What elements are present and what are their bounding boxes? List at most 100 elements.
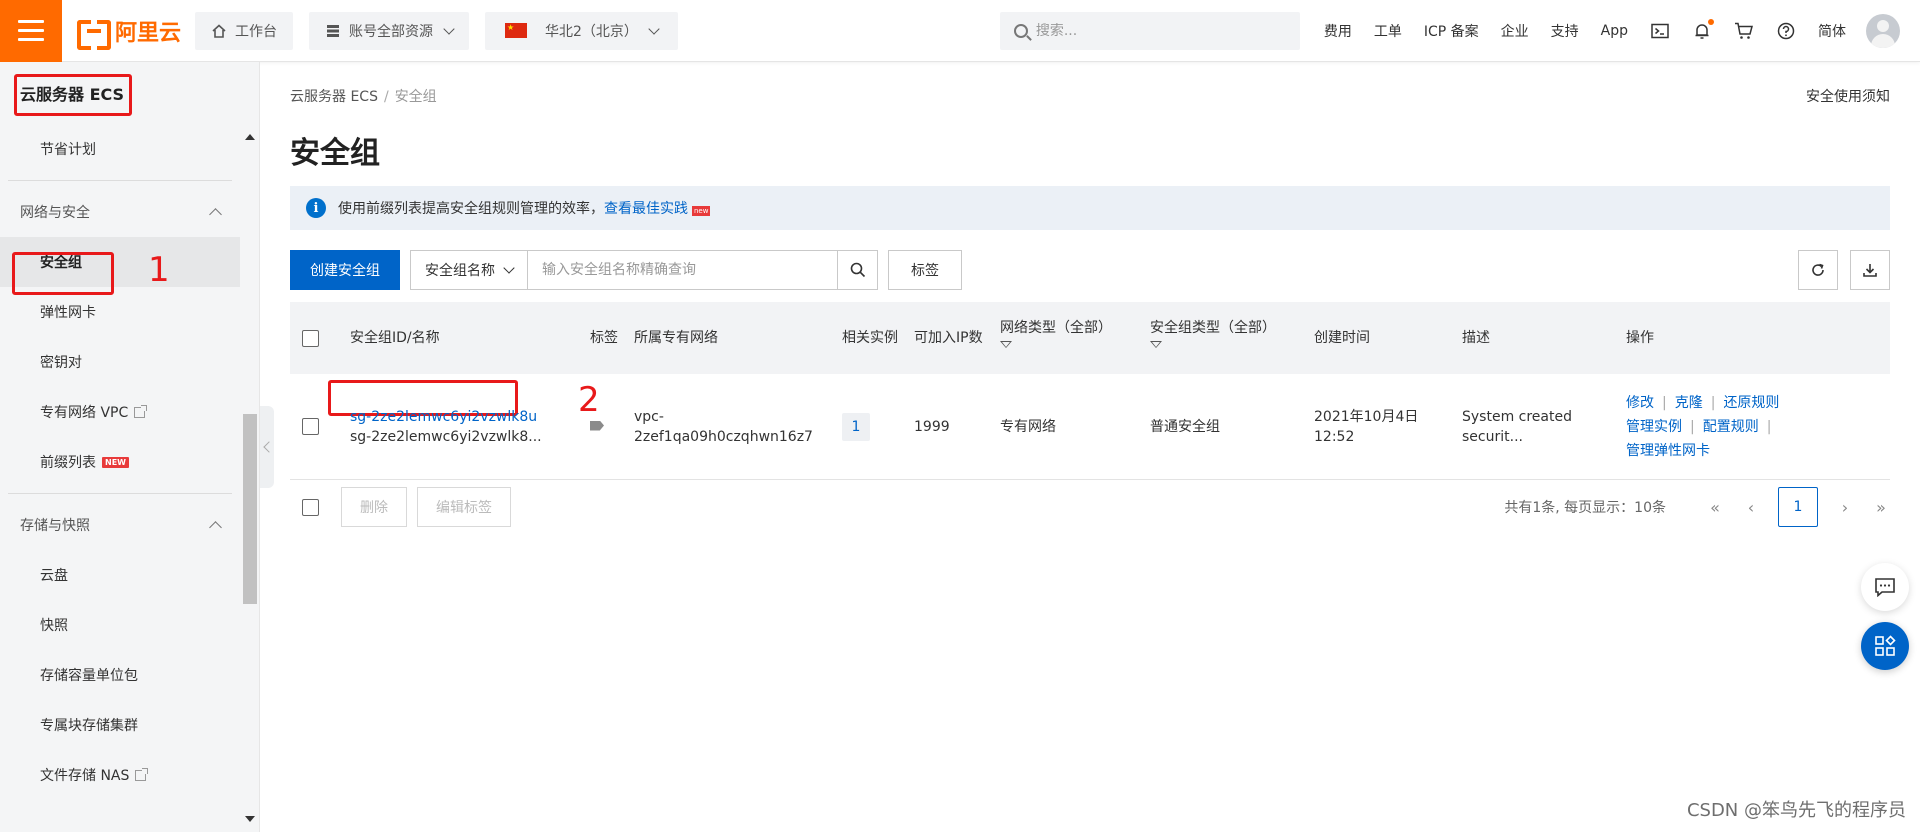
global-search[interactable] <box>999 11 1300 50</box>
header-instances: 相关实例 <box>842 330 898 346</box>
security-group-search-input[interactable] <box>528 251 837 289</box>
download-icon[interactable] <box>1850 250 1890 290</box>
chevron-down-icon <box>503 262 515 274</box>
instance-count[interactable]: 1 <box>842 412 870 441</box>
current-page[interactable]: 1 <box>1778 487 1818 527</box>
header-sg-type[interactable]: 安全组类型（全部） <box>1142 318 1306 358</box>
security-group-search <box>528 250 878 290</box>
security-notice-link[interactable]: 安全使用须知 <box>1806 86 1890 106</box>
breadcrumb-separator: / <box>383 89 389 105</box>
tag-icon[interactable] <box>590 420 604 431</box>
top-link-enterprise[interactable]: 企业 <box>1501 21 1529 41</box>
top-link-app[interactable]: App <box>1601 23 1628 39</box>
bell-icon[interactable] <box>1692 18 1714 41</box>
chevron-up-icon <box>209 207 222 221</box>
row-checkbox[interactable] <box>302 418 319 435</box>
sidebar-item-nas[interactable]: 文件存储 NAS <box>0 750 240 800</box>
breadcrumb-current: 安全组 <box>394 89 437 105</box>
sidebar-item-dedicated-block-storage[interactable]: 专属块存储集群 <box>0 700 240 750</box>
delete-button[interactable]: 删除 <box>341 487 407 527</box>
security-group-id-link[interactable]: sg-2ze2lemwc6yi2vzwlk8u <box>350 407 574 427</box>
workbench-label: 工作台 <box>235 23 278 40</box>
resources-label: 账号全部资源 <box>349 23 434 40</box>
language-switch[interactable]: 简体 <box>1818 21 1846 41</box>
op-config-rules-link[interactable]: 配置规则 <box>1703 419 1759 435</box>
search-button[interactable] <box>837 251 877 289</box>
prev-page-icon[interactable]: ‹ <box>1742 498 1760 517</box>
top-link-icp[interactable]: ICP 备案 <box>1424 21 1479 41</box>
info-banner: i 使用前缀列表提高安全组规则管理的效率，查看最佳实践 new <box>290 186 1890 230</box>
op-clone-link[interactable]: 克隆 <box>1675 395 1703 411</box>
aliyun-logo[interactable]: 阿里云 <box>77 15 182 50</box>
security-group-name: sg-2ze2lemwc6yi2vzwlk8... <box>350 428 542 445</box>
header-net-type[interactable]: 网络类型（全部） <box>992 318 1142 358</box>
user-avatar[interactable] <box>1866 13 1900 48</box>
vpc-id-line1: vpc- <box>634 408 664 425</box>
footer-select-all-checkbox[interactable] <box>302 498 319 516</box>
best-practice-link[interactable]: 查看最佳实践 <box>604 201 688 217</box>
sidebar-group-storage[interactable]: 存储与快照 <box>0 500 240 550</box>
sidebar-item-savings-plan[interactable]: 节省计划 <box>0 124 240 174</box>
top-link-support[interactable]: 支持 <box>1551 21 1579 41</box>
sidebar-group-label: 存储与快照 <box>20 518 90 534</box>
breadcrumb-root[interactable]: 云服务器 ECS <box>290 89 378 105</box>
next-page-icon[interactable]: › <box>1836 498 1854 517</box>
refresh-icon[interactable] <box>1798 250 1838 290</box>
chat-bubble-icon[interactable] <box>1861 563 1909 611</box>
hamburger-menu-icon[interactable] <box>0 0 62 62</box>
sidebar-scrollbar[interactable] <box>241 124 259 832</box>
sidebar-item-snapshot[interactable]: 快照 <box>0 600 240 650</box>
cell-id-name: sg-2ze2lemwc6yi2vzwlk8u sg-2ze2lemwc6yi2… <box>342 407 582 447</box>
op-modify-link[interactable]: 修改 <box>1626 395 1654 411</box>
chevron-down-icon <box>648 22 660 35</box>
cell-ips: 1999 <box>914 418 950 435</box>
table-header: 安全组ID/名称 标签 所属专有网络 相关实例 可加入IP数 网络类型（全部） … <box>290 302 1890 374</box>
sidebar-item-prefix-list[interactable]: 前缀列表 NEW <box>0 437 240 487</box>
header-created: 创建时间 <box>1314 330 1370 346</box>
sidebar-item-scu[interactable]: 存储容量单位包 <box>0 650 240 700</box>
filter-icon[interactable] <box>1150 340 1162 352</box>
filter-field-label: 安全组名称 <box>425 263 495 279</box>
last-page-icon[interactable]: » <box>1872 498 1890 517</box>
scroll-up-arrow-icon[interactable] <box>245 134 255 140</box>
sidebar-item-vpc[interactable]: 专有网络 VPC <box>0 387 240 437</box>
workbench-button[interactable]: 工作台 <box>195 11 294 50</box>
help-icon[interactable] <box>1776 21 1796 41</box>
filter-icon[interactable] <box>1000 340 1012 352</box>
header-ips: 可加入IP数 <box>914 330 983 346</box>
select-all-checkbox[interactable] <box>302 329 319 347</box>
toolbar: 创建安全组 安全组名称 标签 <box>290 250 1890 290</box>
create-security-group-button[interactable]: 创建安全组 <box>290 250 400 290</box>
sidebar-item-disk[interactable]: 云盘 <box>0 550 240 600</box>
scroll-down-arrow-icon[interactable] <box>245 816 255 822</box>
cell-instances: 1 <box>834 412 906 441</box>
terminal-icon[interactable] <box>1650 21 1670 41</box>
op-manage-eni-link[interactable]: 管理弹性网卡 <box>1626 443 1710 459</box>
first-page-icon[interactable]: « <box>1706 498 1724 517</box>
tag-filter-button[interactable]: 标签 <box>888 250 962 290</box>
sidebar-item-keypair[interactable]: 密钥对 <box>0 337 240 387</box>
sidebar-item-label: 专有网络 VPC <box>40 405 129 421</box>
region-dropdown[interactable]: 华北2（北京） <box>485 11 678 50</box>
chevron-up-icon <box>209 520 222 534</box>
divider <box>8 180 232 181</box>
edit-tags-button[interactable]: 编辑标签 <box>417 487 511 527</box>
global-search-input[interactable] <box>1035 22 1276 39</box>
cart-icon[interactable] <box>1734 21 1754 41</box>
resources-dropdown[interactable]: 账号全部资源 <box>309 11 470 50</box>
op-restore-rules-link[interactable]: 还原规则 <box>1723 395 1779 411</box>
sidebar-collapse-handle[interactable] <box>260 406 275 488</box>
op-manage-instances-link[interactable]: 管理实例 <box>1626 419 1682 435</box>
header-vpc: 所属专有网络 <box>634 330 718 346</box>
sidebar-group-network[interactable]: 网络与安全 <box>0 187 240 237</box>
top-link-fees[interactable]: 费用 <box>1324 21 1352 41</box>
logo-text: 阿里云 <box>115 20 182 46</box>
china-flag-icon <box>505 23 528 38</box>
info-text: 使用前缀列表提高安全组规则管理的效率， <box>338 201 604 217</box>
vpc-id-line2: 2zef1qa09h0czqhwn16z7 <box>634 428 813 445</box>
cell-tag <box>582 417 626 437</box>
scrollbar-thumb[interactable] <box>243 414 257 604</box>
filter-field-select[interactable]: 安全组名称 <box>410 250 528 290</box>
top-link-tickets[interactable]: 工单 <box>1374 21 1402 41</box>
apps-grid-icon[interactable] <box>1861 622 1909 670</box>
